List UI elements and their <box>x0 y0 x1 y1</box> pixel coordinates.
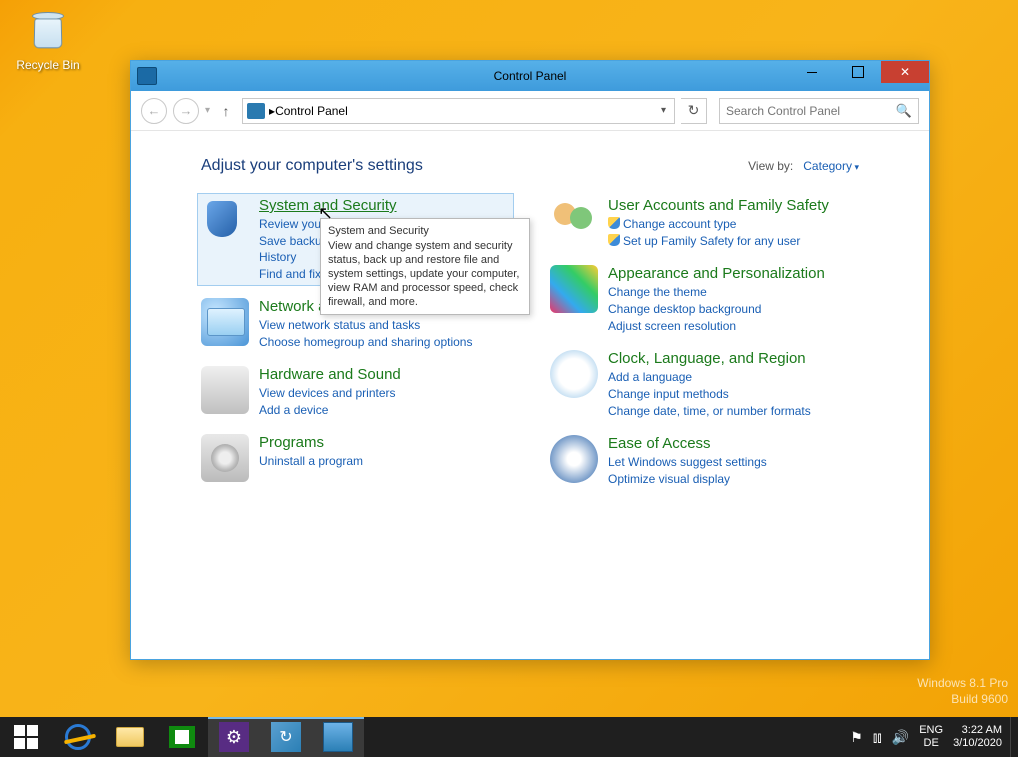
titlebar[interactable]: Control Panel <box>131 61 929 91</box>
view-by-label: View by: <box>748 159 793 173</box>
link-appearance-0[interactable]: Change the theme <box>608 284 859 300</box>
appearance-icon[interactable] <box>550 265 598 313</box>
link-appearance-2[interactable]: Adjust screen resolution <box>608 318 859 334</box>
watermark-line2: Build 9600 <box>917 691 1008 707</box>
folder-icon <box>116 727 144 747</box>
sound-icon[interactable]: 🔊 <box>892 729 909 746</box>
taskbar-store[interactable] <box>156 717 208 757</box>
link-hardware-sound-0[interactable]: View devices and printers <box>259 385 510 401</box>
category-title-ease-access[interactable]: Ease of Access <box>608 435 859 452</box>
taskbar-ie[interactable] <box>52 717 104 757</box>
language-switcher[interactable]: ENG DE <box>919 724 943 750</box>
category-title-user-accounts[interactable]: User Accounts and Family Safety <box>608 197 859 214</box>
search-icon[interactable]: 🔍 <box>896 103 912 119</box>
category-appearance: Appearance and Personalization Change the… <box>550 265 859 334</box>
uac-shield-icon <box>608 234 620 246</box>
category-title-system-security[interactable]: System and Security <box>259 197 510 214</box>
desktop[interactable]: Recycle Bin Windows 8.1 Pro Build 9600 C… <box>0 0 1018 757</box>
link-user-accounts-0[interactable]: Change account type <box>608 216 859 232</box>
tooltip-body: View and change system and security stat… <box>328 239 522 309</box>
action-center-icon[interactable]: ⚑ <box>850 729 863 746</box>
page-title: Adjust your computer's settings <box>201 157 423 175</box>
system-security-icon[interactable] <box>201 197 249 245</box>
recycle-bin[interactable]: Recycle Bin <box>10 6 86 74</box>
gear-icon: ⚙ <box>219 722 249 752</box>
link-clock-region-1[interactable]: Change input methods <box>608 386 859 402</box>
programs-icon[interactable] <box>201 434 249 482</box>
address-dropdown-icon[interactable]: ▾ <box>657 105 670 116</box>
view-by: View by: Category <box>748 159 859 173</box>
recycle-bin-icon <box>24 6 72 54</box>
category-programs: Programs Uninstall a program <box>201 434 510 482</box>
tooltip-title: System and Security <box>328 224 522 238</box>
ie-icon <box>65 724 91 750</box>
link-hardware-sound-1[interactable]: Add a device <box>259 402 510 418</box>
watermark: Windows 8.1 Pro Build 9600 <box>917 675 1008 707</box>
link-programs-0[interactable]: Uninstall a program <box>259 453 510 469</box>
navbar: ← → ▾ ↑ ▸ Control Panel ▾ ↻ 🔍 <box>131 91 929 131</box>
system-tray: ⚑ ⫾⫾ 🔊 ENG DE 3:22 AM 3/10/2020 <box>850 717 1010 757</box>
category-title-clock-region[interactable]: Clock, Language, and Region <box>608 350 859 367</box>
ease-access-icon[interactable] <box>550 435 598 483</box>
tray-clock[interactable]: 3:22 AM 3/10/2020 <box>953 724 1002 750</box>
category-hardware-sound: Hardware and Sound View devices and print… <box>201 366 510 418</box>
category-ease-access: Ease of Access Let Windows suggest settin… <box>550 435 859 487</box>
store-icon <box>169 726 195 748</box>
minimize-button[interactable] <box>789 61 835 83</box>
lang-secondary: DE <box>919 737 943 750</box>
link-clock-region-0[interactable]: Add a language <box>608 369 859 385</box>
refresh-button[interactable]: ↻ <box>681 98 707 124</box>
close-button[interactable] <box>881 61 929 83</box>
control-panel-task-icon <box>323 722 353 752</box>
clock-region-icon[interactable] <box>550 350 598 398</box>
tray-date: 3/10/2020 <box>953 737 1002 750</box>
link-appearance-1[interactable]: Change desktop background <box>608 301 859 317</box>
back-button[interactable]: ← <box>141 98 167 124</box>
link-network-internet-1[interactable]: Choose homegroup and sharing options <box>259 334 510 350</box>
tray-time: 3:22 AM <box>953 724 1002 737</box>
address-bar[interactable]: ▸ Control Panel ▾ <box>242 98 675 124</box>
taskbar-refresh-app[interactable]: ↻ <box>260 717 312 757</box>
category-title-appearance[interactable]: Appearance and Personalization <box>608 265 859 282</box>
search-input[interactable] <box>726 104 896 118</box>
link-user-accounts-1[interactable]: Set up Family Safety for any user <box>608 233 859 249</box>
taskbar-explorer[interactable] <box>104 717 156 757</box>
category-title-hardware-sound[interactable]: Hardware and Sound <box>259 366 510 383</box>
link-ease-access-1[interactable]: Optimize visual display <box>608 471 859 487</box>
category-clock-region: Clock, Language, and Region Add a languag… <box>550 350 859 419</box>
history-dropdown-icon[interactable]: ▾ <box>205 105 210 116</box>
breadcrumb[interactable]: Control Panel <box>275 104 348 118</box>
view-by-dropdown[interactable]: Category <box>803 159 859 173</box>
uac-shield-icon <box>608 217 620 229</box>
network-internet-icon[interactable] <box>201 298 249 346</box>
link-network-internet-0[interactable]: View network status and tasks <box>259 317 510 333</box>
show-desktop-button[interactable] <box>1010 717 1018 757</box>
taskbar-control-panel[interactable] <box>312 717 364 757</box>
up-button[interactable]: ↑ <box>216 101 236 121</box>
user-accounts-icon[interactable] <box>550 197 598 245</box>
category-user-accounts: User Accounts and Family Safety Change ac… <box>550 197 859 249</box>
tooltip: System and Security View and change syst… <box>320 218 530 315</box>
forward-button[interactable]: → <box>173 98 199 124</box>
maximize-button[interactable] <box>835 61 881 83</box>
category-column-right: User Accounts and Family Safety Change ac… <box>550 197 859 503</box>
hardware-sound-icon[interactable] <box>201 366 249 414</box>
taskbar: ⚙ ↻ ⚑ ⫾⫾ 🔊 ENG DE 3:22 AM 3/10/2020 <box>0 717 1018 757</box>
network-icon[interactable]: ⫾⫾ <box>873 729 882 746</box>
taskbar-settings[interactable]: ⚙ <box>208 717 260 757</box>
content-area: Adjust your computer's settings View by:… <box>131 131 929 659</box>
recycle-bin-label: Recycle Bin <box>16 58 79 72</box>
link-clock-region-2[interactable]: Change date, time, or number formats <box>608 403 859 419</box>
search-box[interactable]: 🔍 <box>719 98 919 124</box>
start-button[interactable] <box>0 717 52 757</box>
control-panel-icon <box>247 103 265 119</box>
link-ease-access-0[interactable]: Let Windows suggest settings <box>608 454 859 470</box>
lang-primary: ENG <box>919 724 943 737</box>
control-panel-window: Control Panel ← → ▾ ↑ ▸ Control Panel ▾ … <box>130 60 930 660</box>
watermark-line1: Windows 8.1 Pro <box>917 675 1008 691</box>
refresh-icon: ↻ <box>271 722 301 752</box>
category-title-programs[interactable]: Programs <box>259 434 510 451</box>
